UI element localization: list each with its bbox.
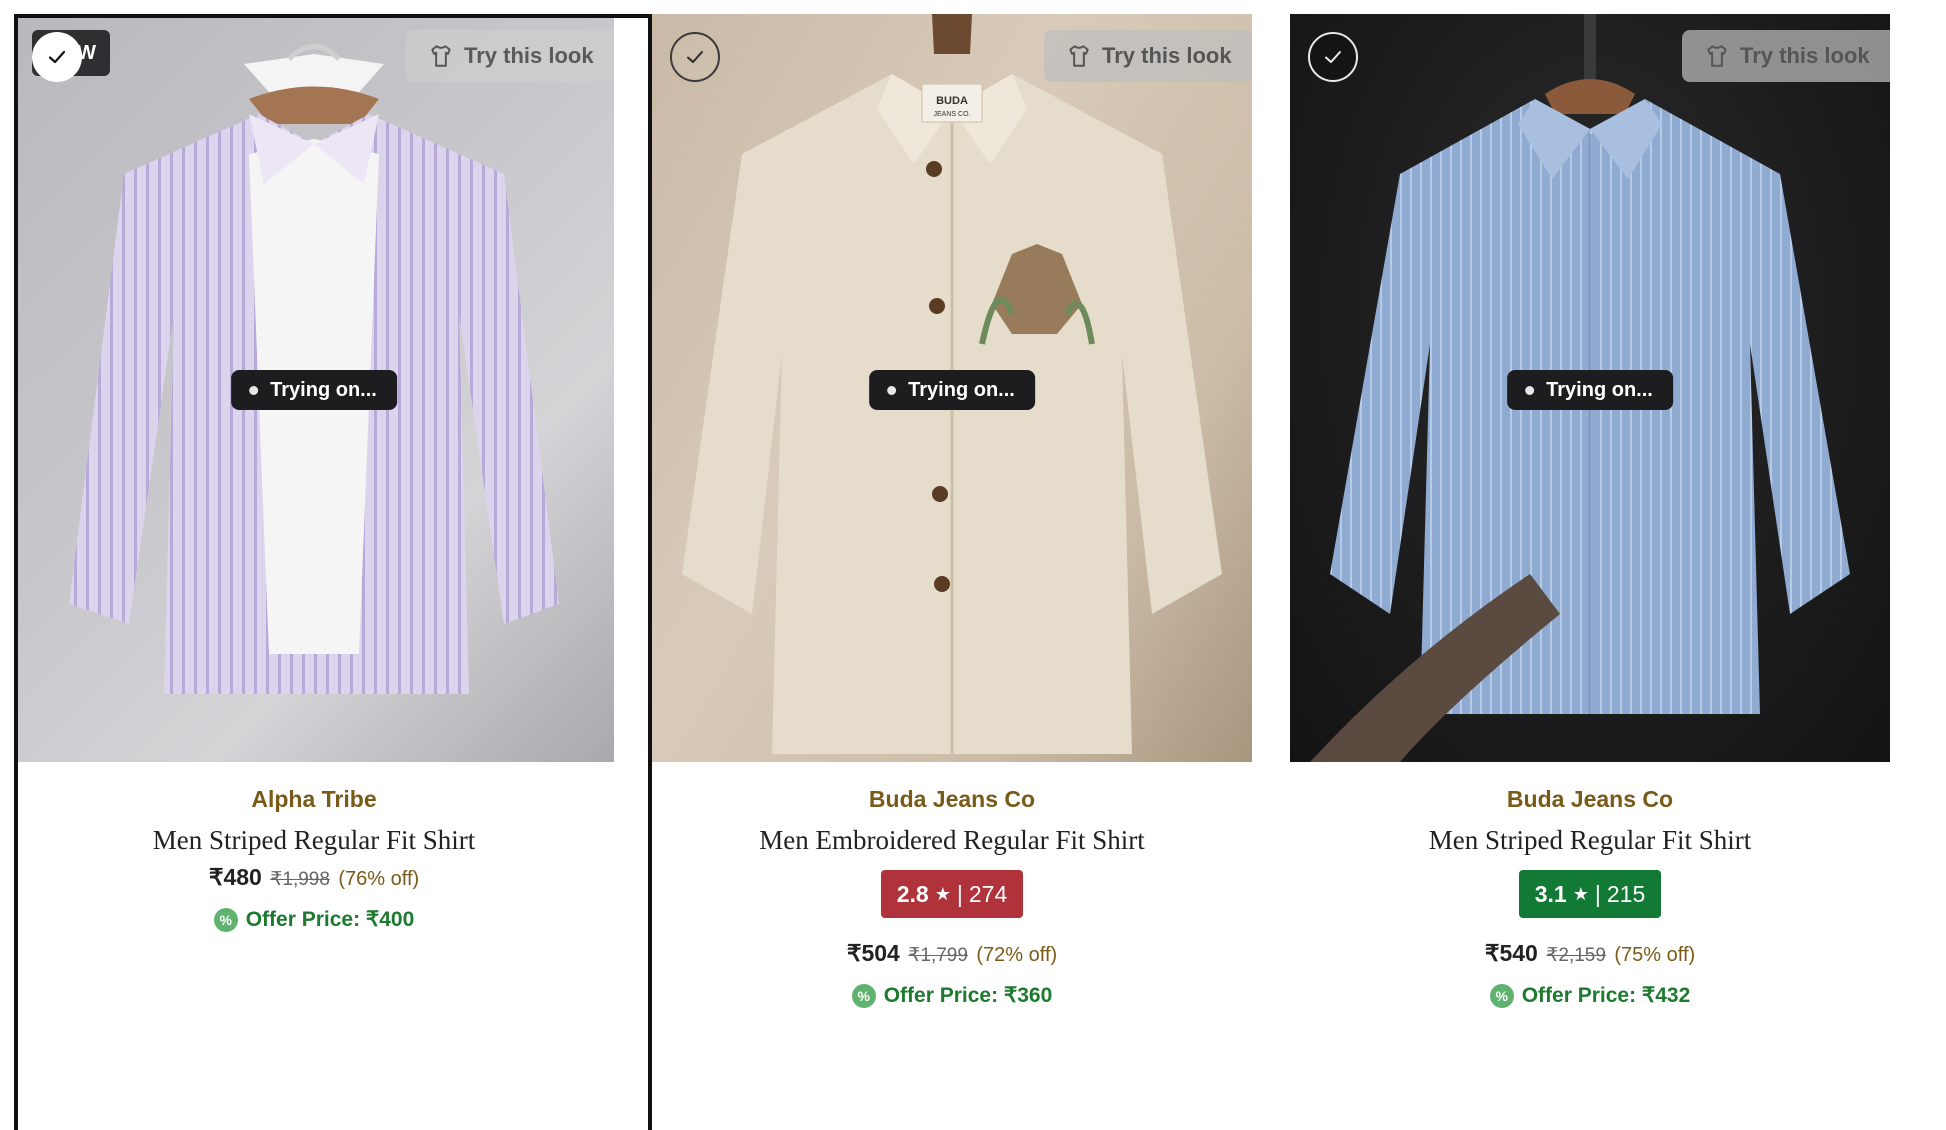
star-icon: ★ (1572, 883, 1589, 904)
dot-icon (249, 385, 259, 395)
product-title[interactable]: Men Striped Regular Fit Shirt (1290, 825, 1890, 856)
percent-badge-icon: % (213, 907, 238, 932)
discount-percent: (72% off) (976, 944, 1058, 966)
percent-badge-icon: % (1489, 983, 1514, 1008)
offer-price: % Offer Price: ₹360 (851, 983, 1053, 1008)
original-price: ₹1,998 (270, 869, 330, 890)
try-this-look-button[interactable]: Try this look (1044, 30, 1252, 82)
product-info-1: Alpha Tribe Men Striped Regular Fit Shir… (14, 762, 614, 932)
rating-separator: | (1594, 880, 1601, 907)
select-check-icon[interactable] (32, 32, 82, 82)
trying-on-status: Trying on... (1507, 370, 1673, 410)
trying-on-label: Trying on... (270, 378, 377, 401)
shirt-label-sub: JEANS CO. (934, 111, 971, 118)
product-title[interactable]: Men Embroidered Regular Fit Shirt (652, 825, 1252, 856)
selling-price: ₹540 (1484, 940, 1538, 966)
shirt-icon (1707, 45, 1727, 67)
product-info-2: Buda Jeans Co Men Embroidered Regular Fi… (652, 762, 1252, 1008)
star-icon: ★ (934, 883, 951, 904)
rating-badge: 2.8 ★ | 274 (880, 870, 1024, 918)
trying-on-label: Trying on... (1546, 378, 1653, 401)
rating-score: 2.8 (896, 880, 929, 907)
rating-badge: 3.1 ★ | 215 (1518, 870, 1662, 918)
original-price: ₹2,159 (1546, 945, 1606, 966)
select-check-icon[interactable] (1308, 32, 1358, 82)
offer-price-label: Offer Price: ₹432 (1521, 984, 1691, 1007)
select-check-icon[interactable] (670, 32, 720, 82)
price-row: ₹540 ₹2,159 (75% off) (1290, 940, 1890, 967)
product-title[interactable]: Men Striped Regular Fit Shirt (14, 825, 614, 856)
rating-score: 3.1 (1534, 880, 1567, 907)
shirt-icon (431, 45, 451, 67)
try-this-look-label: Try this look (1740, 43, 1870, 68)
dot-icon (887, 385, 897, 395)
product-brand[interactable]: Buda Jeans Co (1290, 786, 1890, 813)
try-this-look-button[interactable]: Try this look (406, 30, 614, 82)
product-brand[interactable]: Buda Jeans Co (652, 786, 1252, 813)
product-image-3[interactable]: Try this look Trying on... (1290, 14, 1890, 762)
try-this-look-button[interactable]: Try this look (1682, 30, 1890, 82)
product-card-1[interactable]: W Try this look Trying on... Alpha Tribe… (14, 0, 650, 1130)
price-row: ₹480 ₹1,998 (76% off) (14, 864, 614, 891)
try-this-look-label: Try this look (464, 43, 594, 68)
trying-on-status: Trying on... (869, 370, 1035, 410)
price-row: ₹504 ₹1,799 (72% off) (652, 940, 1252, 967)
rating-count: 274 (968, 880, 1008, 907)
trying-on-status: Trying on... (231, 370, 397, 410)
product-card-3[interactable]: Try this look Trying on... Buda Jeans Co… (1290, 0, 1926, 1130)
rating-count: 215 (1606, 880, 1646, 907)
trying-on-label: Trying on... (908, 378, 1015, 401)
selling-price: ₹504 (846, 940, 900, 966)
product-info-3: Buda Jeans Co Men Striped Regular Fit Sh… (1290, 762, 1890, 1008)
discount-percent: (76% off) (338, 868, 420, 890)
product-card-2[interactable]: BUDA JEANS CO. Try this look Trying on..… (652, 0, 1288, 1130)
dot-icon (1525, 385, 1535, 395)
shirt-icon (1069, 45, 1089, 67)
rating-separator: | (956, 880, 963, 907)
product-image-1[interactable]: W Try this look Trying on... (14, 14, 614, 762)
shirt-label-brand: BUDA (936, 95, 968, 107)
percent-badge-icon: % (851, 983, 876, 1008)
offer-price: % Offer Price: ₹400 (213, 907, 415, 932)
product-brand[interactable]: Alpha Tribe (14, 786, 614, 813)
offer-price: % Offer Price: ₹432 (1489, 983, 1691, 1008)
discount-percent: (75% off) (1614, 944, 1696, 966)
selling-price: ₹480 (208, 864, 262, 890)
offer-price-label: Offer Price: ₹400 (245, 908, 415, 931)
original-price: ₹1,799 (908, 945, 968, 966)
product-image-2[interactable]: BUDA JEANS CO. Try this look Trying on..… (652, 14, 1252, 762)
offer-price-label: Offer Price: ₹360 (883, 984, 1053, 1007)
try-this-look-label: Try this look (1102, 43, 1232, 68)
